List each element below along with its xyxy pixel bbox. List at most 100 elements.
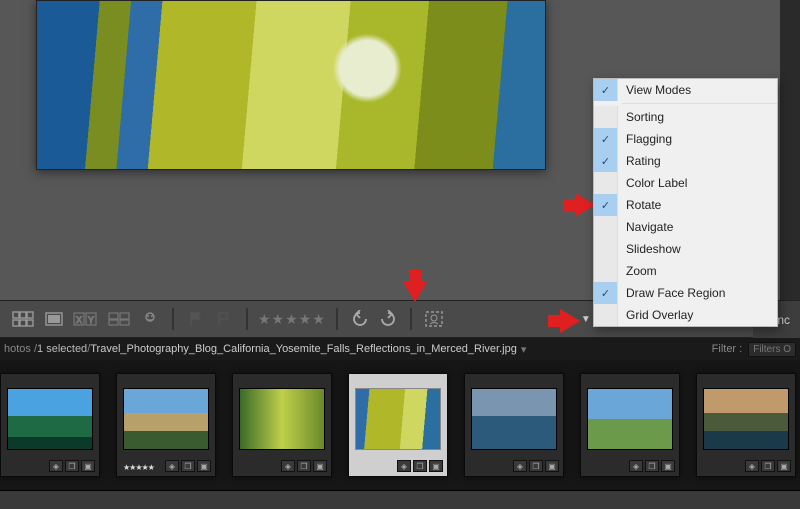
thumb-image (7, 388, 93, 450)
check-icon: ✓ (594, 128, 618, 150)
grid-view-icon[interactable] (8, 309, 38, 329)
path-bar: hotos / 1 selected / Travel_Photography_… (0, 338, 800, 360)
right-panel-strip (780, 0, 800, 300)
current-filename[interactable]: Travel_Photography_Blog_California_Yosem… (90, 343, 517, 355)
ctx-item-label: Draw Face Region (618, 286, 725, 300)
stack-badge-icon[interactable]: ▣ (661, 460, 675, 472)
toolbar-separator (246, 308, 248, 330)
check-icon: ✓ (594, 79, 618, 101)
thumb-badges: ◈❐▣ (513, 460, 559, 472)
tag-badge-icon[interactable]: ◈ (745, 460, 759, 472)
flag-pick-icon[interactable] (184, 309, 208, 329)
compare-view-icon[interactable]: XY (70, 309, 100, 329)
ctx-item-label: Sorting (618, 110, 664, 124)
thumb-badges: ◈❐▣ (397, 460, 443, 472)
tag-badge-icon[interactable]: ◈ (165, 460, 179, 472)
filmstrip-thumb[interactable]: ◈❐▣ (580, 373, 680, 477)
ctx-separator (622, 103, 777, 104)
copy-badge-icon[interactable]: ❐ (413, 460, 427, 472)
check-icon (594, 216, 618, 238)
ctx-item-label: Color Label (618, 176, 687, 190)
toolbar-separator (410, 308, 412, 330)
stack-badge-icon[interactable]: ▣ (81, 460, 95, 472)
ctx-item-label: Rating (618, 154, 661, 168)
thumb-badges: ◈❐▣ (281, 460, 327, 472)
ctx-item-label: Navigate (618, 220, 673, 234)
draw-face-region-icon[interactable] (422, 309, 446, 329)
filmstrip-thumb[interactable]: ◈❐▣ (464, 373, 564, 477)
filename-dropdown-icon[interactable]: ▾ (521, 343, 527, 356)
ctx-item-sorting[interactable]: Sorting (594, 106, 777, 128)
annotation-arrow-rotate-menu (575, 193, 595, 217)
ctx-item-flagging[interactable]: ✓Flagging (594, 128, 777, 150)
folder-fragment: hotos / (4, 343, 37, 355)
filmstrip-thumb[interactable]: ◈❐▣ (232, 373, 332, 477)
copy-badge-icon[interactable]: ❐ (297, 460, 311, 472)
ctx-item-draw-face-region[interactable]: ✓Draw Face Region (594, 282, 777, 304)
survey-view-icon[interactable] (104, 309, 134, 329)
ctx-item-label: View Modes (618, 83, 691, 97)
thumb-image (471, 388, 557, 450)
thumb-badges: ◈❐▣ (745, 460, 791, 472)
stack-badge-icon[interactable]: ▣ (545, 460, 559, 472)
ctx-item-label: Grid Overlay (618, 308, 693, 322)
bottom-border (0, 490, 800, 509)
ctx-item-label: Flagging (618, 132, 672, 146)
tag-badge-icon[interactable]: ◈ (397, 460, 411, 472)
check-icon: ✓ (594, 194, 618, 216)
thumb-image (123, 388, 209, 450)
copy-badge-icon[interactable]: ❐ (645, 460, 659, 472)
tag-badge-icon[interactable]: ◈ (513, 460, 527, 472)
loupe-view-icon[interactable] (42, 309, 66, 329)
ctx-item-zoom[interactable]: Zoom (594, 260, 777, 282)
ctx-item-color-label[interactable]: Color Label (594, 172, 777, 194)
ctx-item-rating[interactable]: ✓Rating (594, 150, 777, 172)
stack-badge-icon[interactable]: ▣ (429, 460, 443, 472)
people-view-icon[interactable] (138, 309, 162, 329)
preview-photo[interactable] (36, 0, 546, 170)
copy-badge-icon[interactable]: ❐ (181, 460, 195, 472)
thumb-image (703, 388, 789, 450)
stack-badge-icon[interactable]: ▣ (197, 460, 211, 472)
ctx-item-navigate[interactable]: Navigate (594, 216, 777, 238)
toolbar-context-menu: ✓View ModesSorting✓Flagging✓RatingColor … (593, 78, 778, 327)
check-icon (594, 304, 618, 326)
thumb-badges: ◈❐▣ (629, 460, 675, 472)
thumb-image (355, 388, 441, 450)
ctx-item-view-modes[interactable]: ✓View Modes (594, 79, 777, 101)
check-icon: ✓ (594, 150, 618, 172)
tag-badge-icon[interactable]: ◈ (281, 460, 295, 472)
copy-badge-icon[interactable]: ❐ (761, 460, 775, 472)
ctx-item-slideshow[interactable]: Slideshow (594, 238, 777, 260)
tag-badge-icon[interactable]: ◈ (49, 460, 63, 472)
filmstrip[interactable]: ◈❐▣◈❐▣★★★★★◈❐▣◈❐▣◈❐▣◈❐▣◈❐▣ (0, 360, 800, 490)
check-icon (594, 260, 618, 282)
rating-stars[interactable]: ★★★★★ (258, 311, 326, 328)
filmstrip-thumb[interactable]: ◈❐▣ (696, 373, 796, 477)
thumb-image (239, 388, 325, 450)
svg-text:X: X (76, 315, 82, 325)
rotate-left-icon[interactable] (348, 309, 372, 329)
copy-badge-icon[interactable]: ❐ (529, 460, 543, 472)
check-icon (594, 238, 618, 260)
stack-badge-icon[interactable]: ▣ (777, 460, 791, 472)
tag-badge-icon[interactable]: ◈ (629, 460, 643, 472)
flag-reject-icon[interactable] (212, 309, 236, 329)
ctx-item-grid-overlay[interactable]: Grid Overlay (594, 304, 777, 326)
filmstrip-thumb[interactable]: ◈❐▣ (348, 373, 448, 477)
check-icon: ✓ (594, 282, 618, 304)
copy-badge-icon[interactable]: ❐ (65, 460, 79, 472)
annotation-arrow-rotate-buttons (403, 282, 427, 302)
toolbar-separator (172, 308, 174, 330)
rotate-right-icon[interactable] (376, 309, 400, 329)
toolbar-separator (336, 308, 338, 330)
ctx-item-rotate[interactable]: ✓Rotate (594, 194, 777, 216)
filmstrip-thumb[interactable]: ◈❐▣ (0, 373, 100, 477)
ctx-item-label: Zoom (618, 264, 657, 278)
ctx-item-label: Rotate (618, 198, 661, 212)
thumb-badges: ◈❐▣ (49, 460, 95, 472)
filters-dropdown[interactable]: Filters O (748, 342, 796, 357)
stack-badge-icon[interactable]: ▣ (313, 460, 327, 472)
annotation-arrow-overflow (560, 309, 580, 333)
filmstrip-thumb[interactable]: ◈❐▣★★★★★ (116, 373, 216, 477)
